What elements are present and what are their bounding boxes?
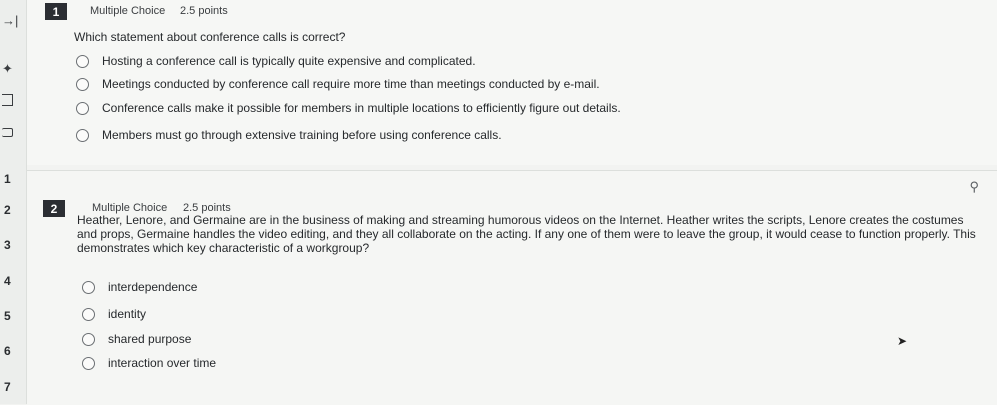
question-text: Heather, Lenore, and Germaine are in the… xyxy=(77,213,976,255)
answer-option[interactable]: Meetings conducted by conference call re… xyxy=(76,77,600,91)
radio-button[interactable] xyxy=(82,332,95,346)
answer-option[interactable]: Hosting a conference call is typically q… xyxy=(76,54,476,68)
answer-option[interactable]: Conference calls make it possible for me… xyxy=(76,101,621,115)
question-number-badge: 2 xyxy=(43,200,65,217)
answer-option[interactable]: Members must go through extensive traini… xyxy=(76,128,502,142)
radio-button[interactable] xyxy=(82,280,95,294)
answer-option-label: Members must go through extensive traini… xyxy=(102,128,502,142)
answer-option-label: shared purpose xyxy=(108,332,192,346)
radio-button[interactable] xyxy=(82,307,95,321)
question-sidebar: →| ✦ 1 2 3 4 5 6 7 xyxy=(0,0,27,404)
sidebar-question-link-3[interactable]: 3 xyxy=(4,238,11,252)
radio-button[interactable] xyxy=(76,77,89,91)
answer-option-label: interdependence xyxy=(108,280,198,294)
answer-option[interactable]: interaction over time xyxy=(82,356,216,370)
sidebar-question-link-1[interactable]: 1 xyxy=(4,172,11,186)
answer-option[interactable]: identity xyxy=(82,307,146,321)
mouse-cursor-icon: ➤ xyxy=(897,334,908,348)
answer-option-label: interaction over time xyxy=(108,356,217,370)
answer-option[interactable]: shared purpose xyxy=(82,332,191,346)
radio-button[interactable] xyxy=(76,101,89,115)
answer-option-label: Conference calls make it possible for me… xyxy=(102,101,621,115)
answer-option[interactable]: interdependence xyxy=(82,280,197,294)
question-1-card: 1 Multiple Choice 2.5 points Which state… xyxy=(27,0,997,165)
question-number-badge: 1 xyxy=(45,3,67,20)
question-type-label: Multiple Choice xyxy=(90,5,166,17)
radio-button[interactable] xyxy=(76,54,89,68)
question-text: Which statement about conference calls i… xyxy=(74,30,346,44)
answer-option-label: Meetings conducted by conference call re… xyxy=(102,77,600,91)
question-2-card: ⚲ 2 Multiple Choice 2.5 points Heather, … xyxy=(27,170,997,405)
answer-option-label: identity xyxy=(108,307,147,321)
radio-button[interactable] xyxy=(82,356,95,370)
page-icon[interactable] xyxy=(2,94,13,106)
sidebar-question-link-2[interactable]: 2 xyxy=(4,203,11,217)
sidebar-question-link-7[interactable]: 7 xyxy=(4,380,11,394)
collapse-nav-icon[interactable]: →| xyxy=(2,14,18,27)
sidebar-question-link-4[interactable]: 4 xyxy=(4,274,11,288)
question-points-label: 2.5 points xyxy=(180,5,228,17)
flag-question-icon[interactable]: ⚲ xyxy=(969,179,979,195)
sidebar-question-link-5[interactable]: 5 xyxy=(4,309,11,323)
sidebar-question-link-6[interactable]: 6 xyxy=(4,344,11,358)
answer-option-label: Hosting a conference call is typically q… xyxy=(102,54,476,68)
pin-icon[interactable]: ✦ xyxy=(2,62,13,75)
radio-button[interactable] xyxy=(76,128,89,142)
toggle-icon[interactable] xyxy=(2,128,13,137)
